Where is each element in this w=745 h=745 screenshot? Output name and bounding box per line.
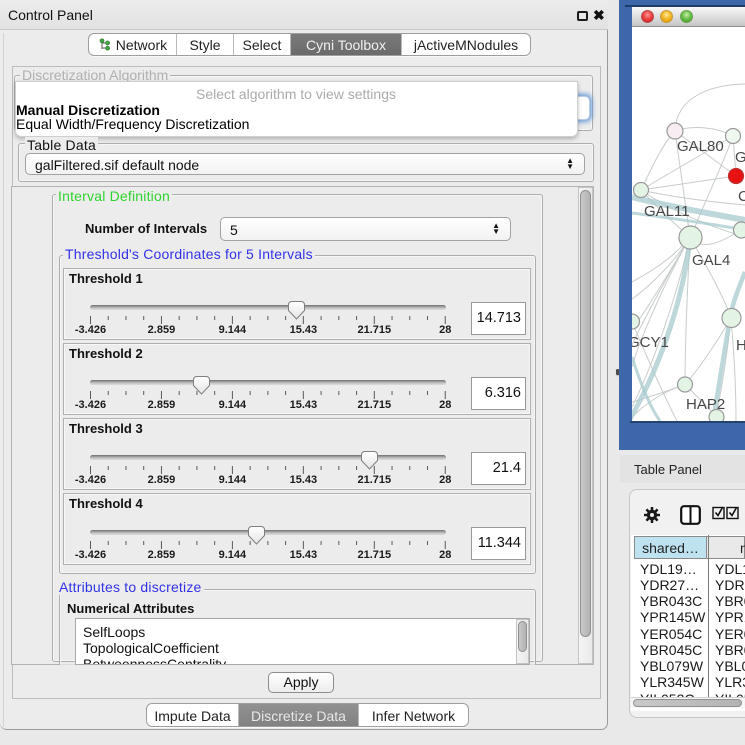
svg-text:GCY1: GCY1	[632, 334, 669, 351]
svg-text:GA: GA	[735, 149, 745, 166]
svg-text:HAP2: HAP2	[686, 396, 725, 413]
svg-text:GAL4: GAL4	[692, 252, 730, 269]
svg-text:GAL80: GAL80	[677, 138, 724, 155]
svg-text:H: H	[736, 337, 745, 354]
svg-text:C: C	[738, 188, 745, 205]
svg-text:GAL11: GAL11	[644, 203, 690, 220]
